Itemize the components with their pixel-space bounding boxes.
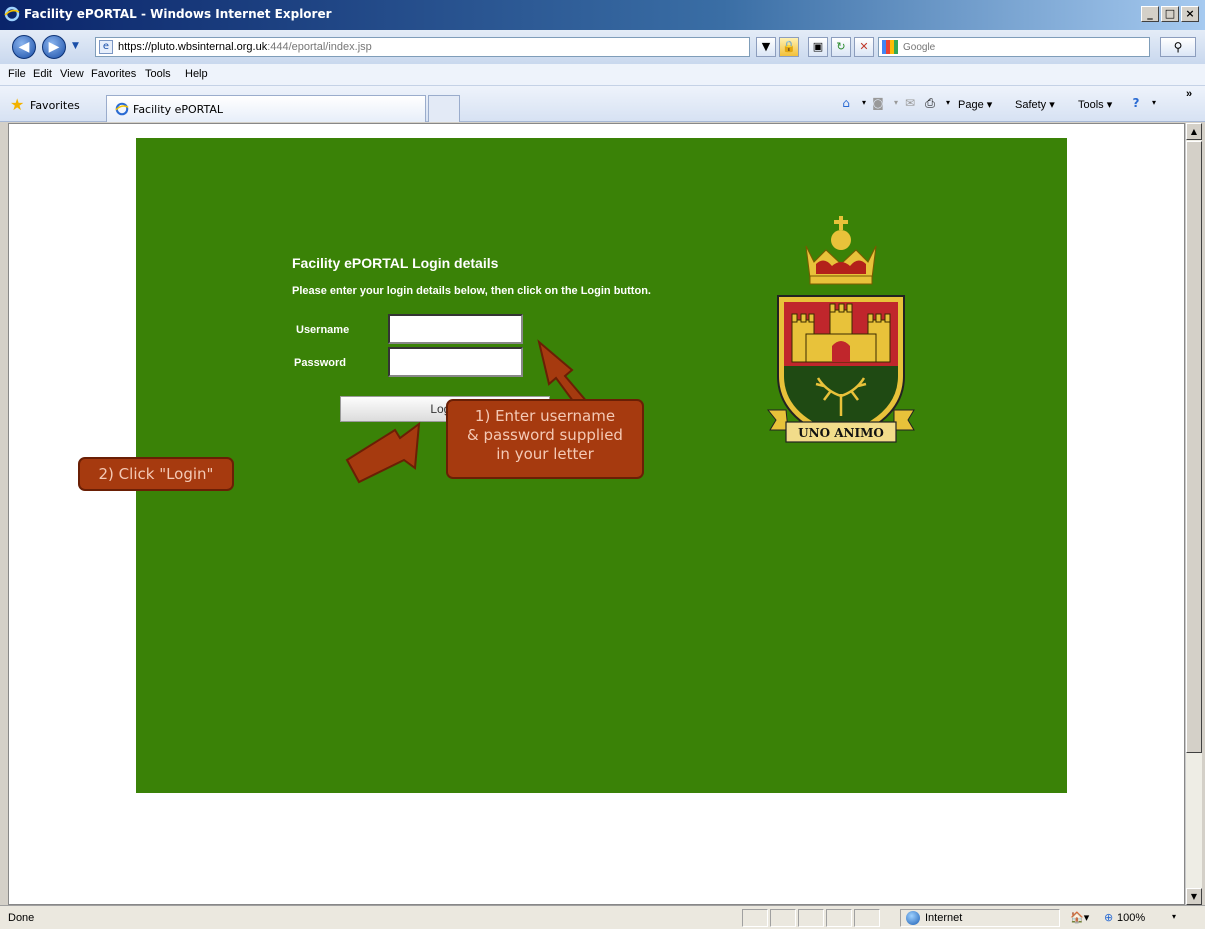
minimize-button[interactable]: _ <box>1141 6 1159 22</box>
callout-click-login: 2) Click "Login" <box>78 457 234 491</box>
title-bar: Facility ePORTAL - Windows Internet Expl… <box>0 0 1205 30</box>
zoom-dropdown-icon[interactable]: ▾ <box>1172 912 1176 921</box>
favorites-bar: ★ Favorites Facility ePORTAL ⌂ ▾ ◙ ▾ ✉ ⎙… <box>0 86 1205 122</box>
toolbar-overflow-icon[interactable]: » <box>1186 88 1192 100</box>
home-icon[interactable]: ⌂ <box>838 96 854 110</box>
safety-menu[interactable]: Safety ▾ <box>1015 98 1055 111</box>
print-dropdown-icon[interactable]: ▾ <box>940 96 956 110</box>
ie-tab-icon <box>115 102 129 116</box>
status-segment <box>826 909 852 927</box>
window-title: Facility ePORTAL - Windows Internet Expl… <box>24 7 332 21</box>
search-button[interactable]: ⚲ <box>1160 37 1196 57</box>
tools-menu[interactable]: Tools ▾ <box>1078 98 1112 111</box>
crest-motto: UNO ANIMO <box>798 426 884 440</box>
menu-bar: File Edit View Favorites Tools Help <box>0 64 1205 86</box>
menu-tools[interactable]: Tools <box>145 68 171 80</box>
menu-view[interactable]: View <box>60 68 84 80</box>
scroll-down-icon[interactable]: ▼ <box>1186 888 1202 905</box>
status-segment <box>798 909 824 927</box>
back-button[interactable]: ◀ <box>12 35 36 59</box>
close-button[interactable]: × <box>1181 6 1199 22</box>
tab-facility-eportal[interactable]: Facility ePORTAL <box>106 95 426 122</box>
compatibility-view-icon[interactable]: ▣ <box>808 37 828 57</box>
lock-icon[interactable]: 🔒 <box>779 37 799 57</box>
print-icon[interactable]: ⎙ <box>922 96 938 110</box>
status-text: Done <box>8 912 35 924</box>
vertical-scrollbar[interactable]: ▲ ▼ <box>1185 123 1202 905</box>
read-mail-icon[interactable]: ✉ <box>902 96 918 110</box>
stop-icon[interactable]: ✕ <box>854 37 874 57</box>
help-icon[interactable]: ? <box>1128 96 1144 110</box>
password-input[interactable] <box>388 347 523 377</box>
callout-enter-credentials: 1) Enter username & password supplied in… <box>446 399 644 479</box>
search-input[interactable] <box>903 40 1143 54</box>
zoom-icon[interactable]: ⊕ <box>1104 911 1113 924</box>
menu-edit[interactable]: Edit <box>33 68 52 80</box>
status-bar: Done Internet 🏠▾ ⊕ 100% ▾ <box>0 905 1205 929</box>
protected-mode-icon[interactable]: 🏠▾ <box>1070 911 1089 924</box>
google-icon <box>882 40 898 54</box>
status-segment <box>854 909 880 927</box>
login-title: Facility ePORTAL Login details <box>292 255 499 271</box>
favorites-label[interactable]: Favorites <box>30 99 80 112</box>
maximize-button[interactable]: □ <box>1161 6 1179 22</box>
scroll-thumb[interactable] <box>1186 141 1202 753</box>
address-bar: ◀ ▶ ▼ e https://pluto.wbsinternal.org.uk… <box>0 30 1205 64</box>
page-viewport: Facility ePORTAL Login details Please en… <box>8 123 1185 905</box>
status-segment <box>742 909 768 927</box>
status-segment <box>770 909 796 927</box>
forward-button[interactable]: ▶ <box>42 35 66 59</box>
password-label: Password <box>294 357 346 369</box>
refresh-icon[interactable]: ↻ <box>831 37 851 57</box>
search-box[interactable] <box>878 37 1150 57</box>
university-crest-logo: UNO ANIMO <box>766 216 915 443</box>
page-menu[interactable]: Page ▾ <box>958 98 992 111</box>
new-tab-button[interactable] <box>428 95 460 122</box>
menu-favorites[interactable]: Favorites <box>91 68 136 80</box>
username-label: Username <box>296 324 350 336</box>
url-field[interactable]: e https://pluto.wbsinternal.org.uk:444/e… <box>95 37 750 57</box>
tab-label: Facility ePORTAL <box>133 103 224 116</box>
page-icon: e <box>99 40 113 54</box>
menu-file[interactable]: File <box>8 68 26 80</box>
url-text: https://pluto.wbsinternal.org.uk:444/epo… <box>118 41 372 53</box>
history-dropdown-icon[interactable]: ▼ <box>72 41 79 51</box>
window-controls: _ □ × <box>1141 6 1199 22</box>
favorites-star-icon[interactable]: ★ <box>10 97 24 113</box>
security-zone[interactable] <box>900 909 1060 927</box>
security-zone-label: Internet <box>925 912 963 924</box>
help-dropdown-icon[interactable]: ▾ <box>1146 96 1162 110</box>
feeds-icon[interactable]: ◙ <box>870 96 886 110</box>
crown-icon <box>805 216 877 285</box>
username-input[interactable] <box>388 314 523 344</box>
internet-zone-globe-icon <box>906 911 920 925</box>
scroll-up-icon[interactable]: ▲ <box>1186 123 1202 140</box>
menu-help[interactable]: Help <box>185 68 208 80</box>
address-dropdown-icon[interactable]: ▼ <box>756 37 776 57</box>
login-instructions: Please enter your login details below, t… <box>292 285 651 297</box>
ie-logo-icon <box>4 6 20 22</box>
zoom-level[interactable]: 100% <box>1117 912 1145 924</box>
